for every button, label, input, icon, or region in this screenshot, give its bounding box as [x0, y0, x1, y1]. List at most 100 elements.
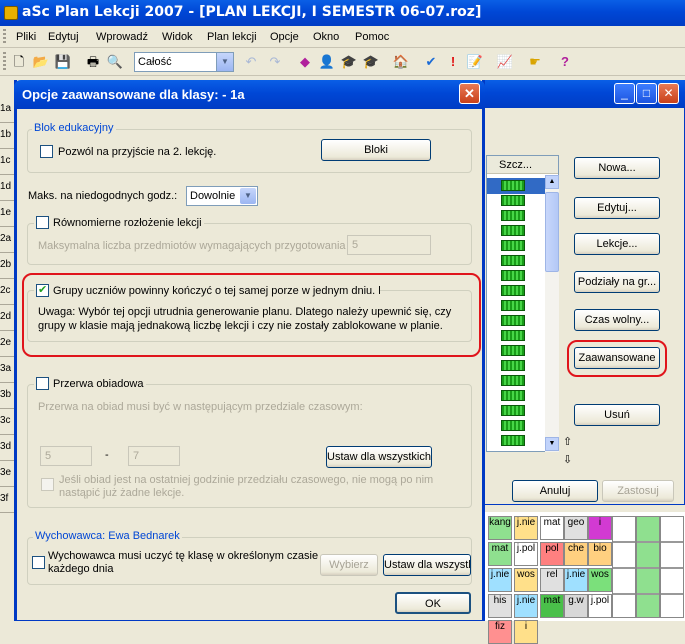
scroll-down-icon[interactable]: ▼ [545, 437, 559, 451]
print-icon[interactable]: 🖶 [84, 53, 102, 71]
lunch-from-input[interactable]: 5 [40, 446, 92, 466]
view-combo[interactable]: Całość ▼ [134, 52, 234, 72]
move-down-icon[interactable]: ⇩ [563, 454, 575, 466]
row-header: 2d [0, 306, 14, 331]
chevron-down-icon[interactable]: ▼ [240, 188, 256, 204]
menu-opcje[interactable]: Opcje [270, 31, 299, 43]
blocks-button[interactable]: Bloki [321, 139, 431, 161]
help-icon[interactable]: ? [556, 53, 574, 71]
timetable-cell[interactable]: bio [588, 542, 612, 566]
close-icon[interactable]: ✕ [658, 83, 679, 104]
edit-button[interactable]: Edytuj... [574, 197, 660, 219]
chart-icon[interactable]: 📈 [496, 53, 514, 71]
check-icon[interactable]: ✔ [422, 53, 440, 71]
maximize-icon[interactable]: □ [636, 83, 657, 104]
lunch-interval-label: Przerwa na obiad musi być w następującym… [38, 401, 363, 413]
lesson-bar [501, 195, 525, 206]
print-preview-icon[interactable]: 🔍 [106, 53, 124, 71]
menu-pliki[interactable]: Pliki [16, 31, 36, 43]
undo-icon[interactable]: ↶ [242, 53, 260, 71]
row-header: 3a [0, 358, 14, 383]
list-header: Szcz... [487, 156, 558, 174]
teacher-set-all-button[interactable]: Ustaw dla wszystkich [383, 554, 471, 576]
timetable-cell[interactable]: i [514, 620, 538, 644]
row-header-label: 2a [0, 233, 12, 244]
timetable-cell[interactable]: geo [564, 516, 588, 540]
timetable-cell[interactable]: che [564, 542, 588, 566]
menu-edytuj[interactable]: Edytuj [48, 31, 79, 43]
open-folder-icon[interactable]: 📂 [32, 53, 50, 71]
timetable-cell[interactable]: mat [540, 516, 564, 540]
wizard-icon[interactable]: ☛ [526, 53, 544, 71]
rooms-icon[interactable]: 🏠 [392, 53, 410, 71]
dialog-close-icon[interactable]: ✕ [459, 83, 480, 104]
menu-okno[interactable]: Okno [313, 31, 339, 43]
chevron-down-icon[interactable]: ▼ [216, 53, 233, 71]
redo-icon[interactable]: ↷ [266, 53, 284, 71]
apply-button[interactable]: Zastosuj [602, 480, 674, 502]
timetable-cell[interactable]: pol [540, 542, 564, 566]
ok-button[interactable]: OK [395, 592, 471, 614]
cancel-button[interactable]: Anuluj [512, 480, 598, 502]
dialog-title-bar: Opcje zaawansowane dla klasy: - 1a ✕ [14, 80, 485, 109]
menu-widok[interactable]: Widok [162, 31, 193, 43]
warning-icon[interactable]: ! [444, 53, 462, 71]
timetable-cell[interactable]: rel [540, 568, 564, 592]
row-header-label: 1d [0, 181, 12, 192]
lesson-bar [501, 270, 525, 281]
lesson-bar [501, 330, 525, 341]
timetable-cell[interactable]: j.nie [564, 568, 588, 592]
lunch-set-all-button[interactable]: Ustaw dla wszystkich [326, 446, 432, 468]
menu-wprowadz[interactable]: Wprowadź [96, 31, 148, 43]
timetable-cell[interactable]: kang [488, 516, 512, 540]
timetable-cell[interactable]: g.w [564, 594, 588, 618]
menu-pomoc[interactable]: Pomoc [355, 31, 389, 43]
timetable-cell[interactable]: j.nie [514, 516, 538, 540]
choose-button[interactable]: Wybierz [320, 554, 378, 576]
allow-second-lesson-checkbox[interactable] [40, 145, 53, 158]
free-time-button[interactable]: Czas wolny... [574, 309, 660, 331]
minimize-icon[interactable]: _ [614, 83, 635, 104]
timetable-cell[interactable]: mat [540, 594, 564, 618]
lunch-last-hour-checkbox[interactable] [41, 478, 54, 491]
timetable-cell[interactable]: his [488, 594, 512, 618]
delete-button[interactable]: Usuń [574, 404, 660, 426]
timetable-cell[interactable]: j.pol [514, 542, 538, 566]
students-icon[interactable]: 🎓 [340, 53, 358, 71]
row-header: 3f [0, 488, 14, 513]
timetable-column[interactable] [612, 516, 636, 618]
timetable-column[interactable] [636, 516, 660, 618]
even-distribution-checkbox[interactable] [36, 216, 49, 229]
list-scrollbar[interactable]: ▲ ▼ [545, 175, 559, 452]
menu-plan-lekcji[interactable]: Plan lekcji [207, 31, 257, 43]
timetable-cell[interactable]: i [588, 516, 612, 540]
teacher-icon[interactable]: 👤 [318, 53, 336, 71]
lesson-bar [501, 390, 525, 401]
teacher-must-teach-checkbox[interactable] [32, 556, 45, 569]
timetable-cell[interactable]: wos [514, 568, 538, 592]
row-header: 2e [0, 332, 14, 357]
timetable-cell[interactable]: j.nie [514, 594, 538, 618]
save-icon[interactable]: 💾 [54, 53, 72, 71]
max-inconvenient-select[interactable]: Dowolnie ▼ [186, 186, 258, 206]
max-prep-subjects-input[interactable]: 5 [347, 235, 431, 255]
timetable-column[interactable] [660, 516, 684, 618]
divisions-button[interactable]: Podziały na gr... [574, 271, 660, 293]
row-header-label: 1c [0, 155, 11, 166]
lessons-button[interactable]: Lekcje... [574, 233, 660, 255]
lunch-break-checkbox[interactable] [36, 377, 49, 390]
timetable-cell[interactable]: wos [588, 568, 612, 592]
new-button[interactable]: Nowa... [574, 157, 660, 179]
timetable-cell[interactable]: mat [488, 542, 512, 566]
edit-list-icon[interactable]: 📝 [466, 53, 484, 71]
scroll-up-icon[interactable]: ▲ [545, 175, 559, 189]
classes-icon[interactable]: 🎓 [362, 53, 380, 71]
subjects-icon[interactable]: ◆ [296, 53, 314, 71]
timetable-cell[interactable]: j.nie [488, 568, 512, 592]
move-up-icon[interactable]: ⇧ [563, 436, 575, 448]
new-file-icon[interactable]: 🗋 [10, 53, 28, 71]
timetable-cell[interactable]: fiz [488, 620, 512, 644]
timetable-cell[interactable]: j.pol [588, 594, 612, 618]
scroll-thumb[interactable] [545, 192, 559, 272]
lunch-to-input[interactable]: 7 [128, 446, 180, 466]
